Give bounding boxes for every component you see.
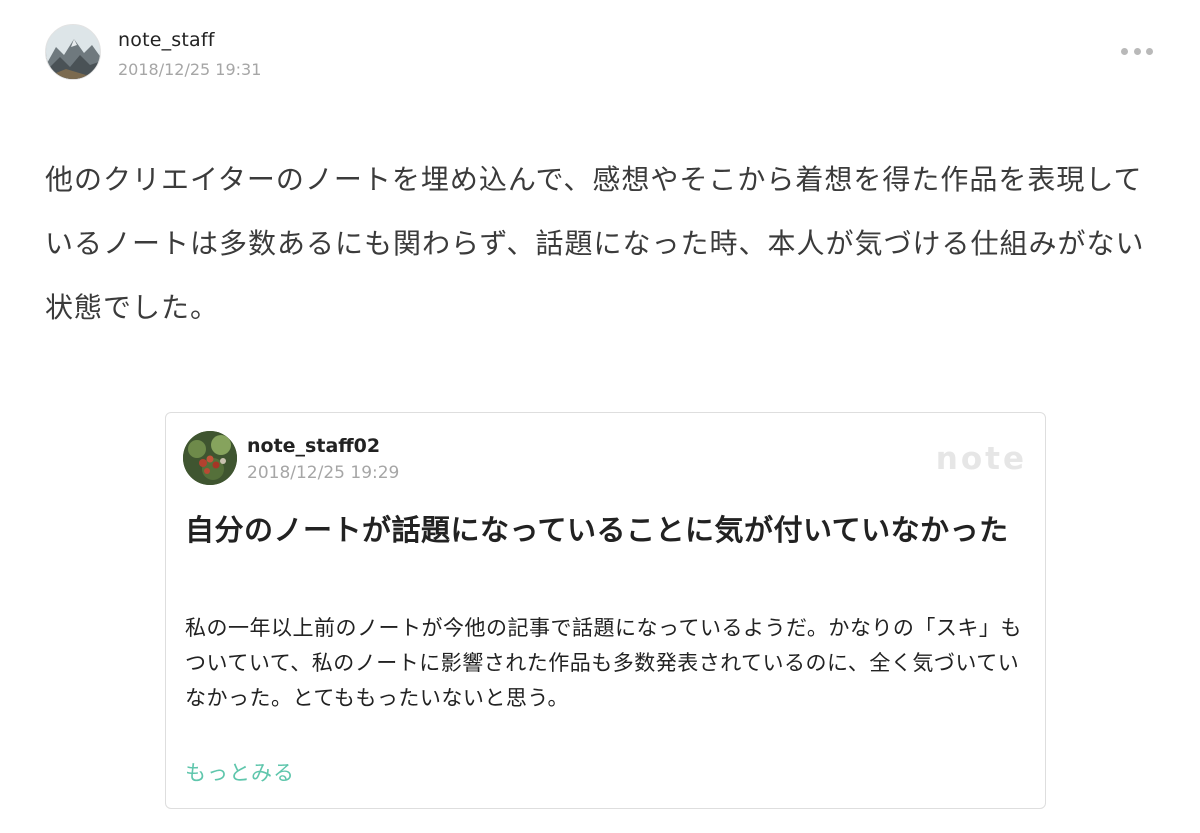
more-options-icon[interactable]	[1121, 44, 1153, 58]
dot	[1146, 47, 1153, 55]
embed-author-avatar[interactable]	[183, 431, 237, 485]
author-name[interactable]: note_staff	[118, 29, 215, 51]
berries-avatar-image	[183, 431, 237, 485]
mountain-avatar-image	[46, 25, 100, 79]
embed-title[interactable]: 自分のノートが話題になっていることに気が付いていなかった	[185, 505, 1035, 555]
post-header: note_staff 2018/12/25 19:31	[45, 22, 1155, 82]
note-logo: note	[935, 441, 1027, 477]
embed-date: 2018/12/25 19:29	[247, 463, 400, 483]
embed-excerpt: 私の一年以上前のノートが今他の記事で話題になっているようだ。かなりの「スキ」もつ…	[185, 616, 1022, 710]
read-more-link[interactable]: もっとみる	[185, 757, 295, 787]
dot	[1121, 47, 1128, 55]
embedded-note-card[interactable]: note_staff02 2018/12/25 19:29 note 自分のノー…	[165, 412, 1046, 809]
dot	[1133, 47, 1141, 55]
post-date: 2018/12/25 19:31	[118, 60, 262, 79]
author-avatar[interactable]	[45, 24, 101, 80]
post-body: 他のクリエイターのノートを埋め込んで、感想やそこから着想を得た作品を表現している…	[45, 163, 1145, 324]
embed-author-name[interactable]: note_staff02	[247, 435, 380, 457]
